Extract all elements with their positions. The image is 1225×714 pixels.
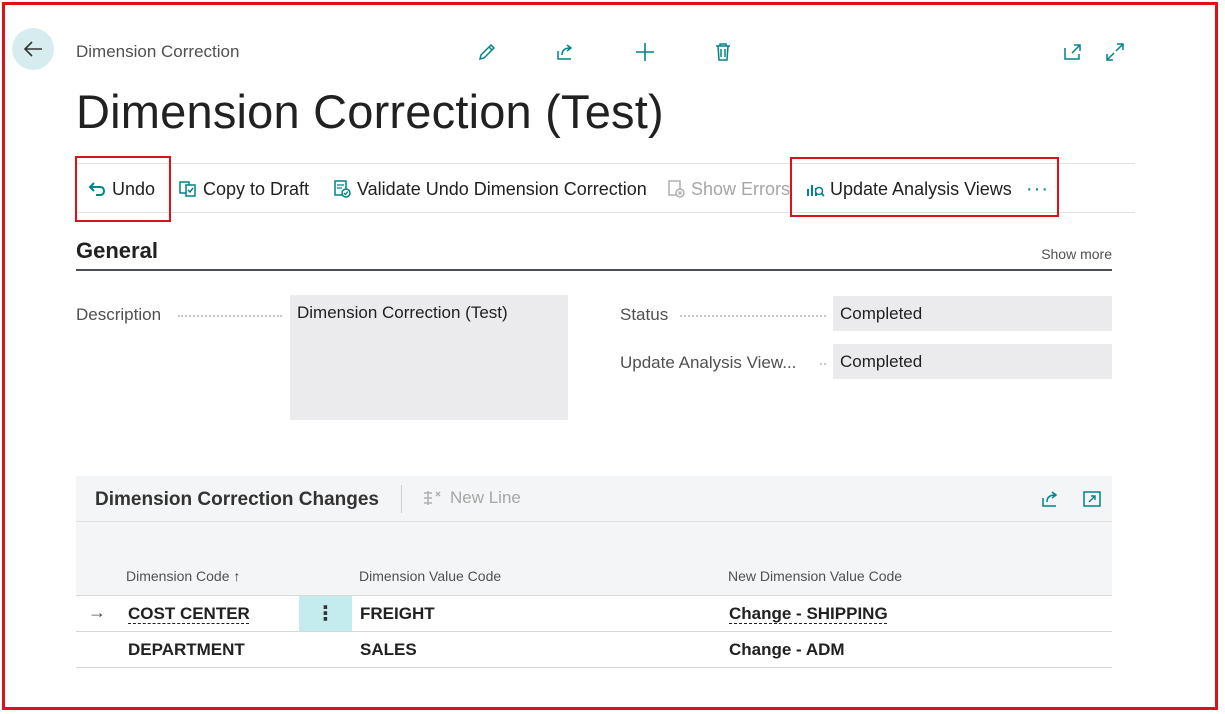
expand-icon (1106, 43, 1124, 61)
pencil-icon (478, 43, 496, 61)
delete-button[interactable] (709, 38, 737, 66)
new-dimension-value-code-cell: Change - ADM (729, 640, 845, 659)
update-analysis-field[interactable]: Completed (833, 344, 1112, 379)
table-row-filler (76, 667, 1112, 682)
update-analysis-label: Update Analysis View... (620, 353, 797, 372)
plus-icon (636, 43, 654, 61)
dot-leader (820, 363, 826, 365)
share-button[interactable] (551, 38, 579, 66)
column-header-dimension-value-code[interactable]: Dimension Value Code (359, 568, 501, 584)
general-section-title: General (76, 238, 158, 263)
dot-leader (680, 315, 826, 317)
focus-mode-icon (1083, 491, 1101, 507)
table-row[interactable]: DEPARTMENT SALES Change - ADM (76, 631, 1112, 667)
separator (401, 485, 402, 513)
sort-ascending-icon: ↑ (233, 568, 241, 584)
subpage-title: Dimension Correction Changes (95, 489, 379, 510)
dimension-value-code-cell: FREIGHT (360, 604, 435, 623)
dimension-correction-changes-part: Dimension Correction Changes New Line Di… (76, 476, 1112, 682)
edit-button[interactable] (473, 38, 501, 66)
share-icon (557, 44, 573, 60)
highlight-update-analysis (790, 157, 1059, 217)
column-header-dimension-code[interactable]: Dimension Code ↑ (126, 568, 240, 584)
share-part-button[interactable] (1038, 487, 1062, 511)
trash-icon (716, 43, 730, 61)
new-line-icon (422, 489, 444, 507)
vertical-ellipsis-icon: ⋮ (315, 603, 336, 625)
show-more-link[interactable]: Show more (1041, 246, 1112, 262)
section-divider (76, 269, 1112, 271)
focus-mode-button[interactable] (1080, 487, 1104, 511)
new-button[interactable] (631, 38, 659, 66)
table-row[interactable]: → COST CENTER ⋮ FREIGHT Change - SHIPPIN… (76, 595, 1112, 631)
description-label: Description (76, 305, 162, 324)
dimension-code-cell: DEPARTMENT (128, 640, 245, 659)
expand-button[interactable] (1101, 38, 1129, 66)
row-arrow-icon: → (88, 602, 106, 622)
column-header-new-dimension-value-code[interactable]: New Dimension Value Code (728, 568, 902, 584)
copy-to-draft-button[interactable]: Copy to Draft (177, 164, 309, 214)
copy-icon (177, 178, 199, 200)
description-field[interactable]: Dimension Correction (Test) (290, 295, 568, 420)
error-list-icon (665, 178, 687, 200)
dimension-code-cell[interactable]: COST CENTER (128, 604, 250, 624)
open-in-new-window-icon (1064, 44, 1081, 60)
status-field[interactable]: Completed (833, 296, 1112, 331)
open-new-window-button[interactable] (1059, 38, 1087, 66)
validate-icon (331, 178, 353, 200)
show-errors-button[interactable]: Show Errors (665, 164, 790, 214)
subpage-header: Dimension Correction Changes New Line (76, 476, 1112, 522)
dot-leader (178, 315, 282, 317)
new-dimension-value-code-cell[interactable]: Change - SHIPPING (729, 604, 888, 624)
validate-undo-button[interactable]: Validate Undo Dimension Correction (331, 164, 647, 214)
highlight-undo (75, 156, 171, 222)
share-icon (1042, 491, 1058, 507)
page-title: Dimension Correction (Test) (76, 85, 664, 138)
dimension-value-code-cell: SALES (360, 640, 417, 659)
row-menu-button[interactable]: ⋮ (299, 596, 352, 631)
new-line-button[interactable]: New Line (422, 488, 521, 508)
status-label: Status (620, 305, 669, 324)
